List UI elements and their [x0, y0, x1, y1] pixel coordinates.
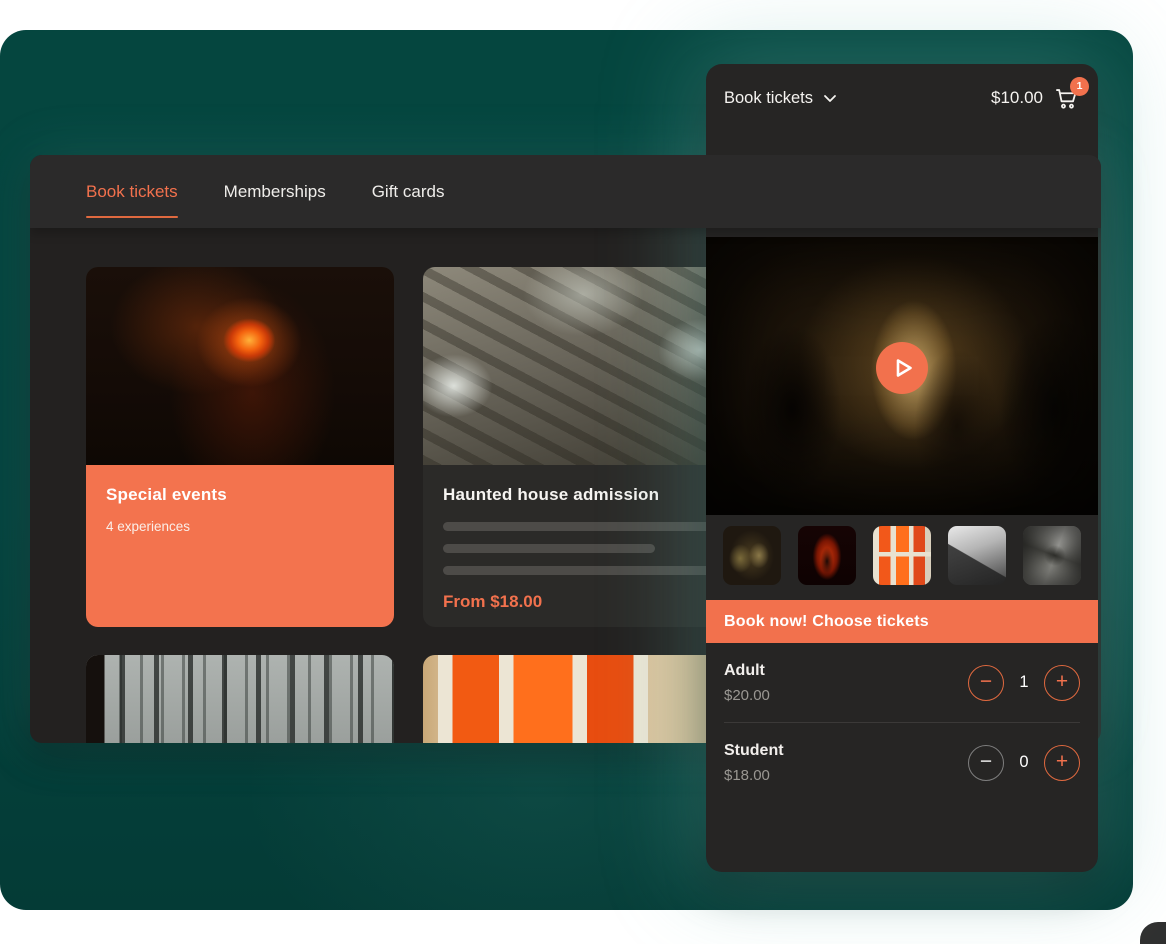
skeleton-line — [443, 566, 711, 575]
card-subtitle: 4 experiences — [106, 519, 374, 534]
burning-window-image — [423, 655, 731, 743]
card-title: Special events — [106, 485, 374, 505]
tab-memberships[interactable]: Memberships — [224, 176, 326, 208]
card-foggy-forest[interactable] — [86, 655, 394, 743]
card-burning-window[interactable] — [423, 655, 731, 743]
booking-header: Book tickets $10.00 1 — [706, 64, 1098, 132]
haunted-house-image — [423, 267, 731, 465]
ticket-price: $18.00 — [724, 767, 784, 784]
haunted-house-card-body: Haunted house admission From $18.00 — [423, 465, 731, 627]
cart-button[interactable]: $10.00 1 — [991, 85, 1080, 112]
mobile-nav-label: Book tickets — [724, 89, 813, 108]
minus-icon: − — [980, 751, 992, 772]
ticket-price: $20.00 — [724, 687, 770, 704]
adult-quantity: 1 — [1017, 673, 1031, 692]
skeleton-line — [443, 544, 655, 553]
event-thumbnail-red-windows[interactable] — [873, 526, 931, 585]
event-video[interactable] — [706, 237, 1098, 515]
product-card-haunted-house[interactable]: Haunted house admission From $18.00 — [423, 267, 731, 627]
play-icon — [893, 356, 915, 380]
play-button[interactable] — [876, 342, 928, 394]
quantity-stepper: − 1 + — [968, 665, 1080, 701]
foggy-forest-image — [86, 655, 394, 743]
ticket-name: Adult — [724, 662, 770, 680]
event-thumbnail-staircase[interactable] — [1023, 526, 1081, 585]
ticket-name: Student — [724, 742, 784, 760]
increase-student-button[interactable]: + — [1044, 745, 1080, 781]
tab-book-tickets[interactable]: Book tickets — [86, 176, 178, 208]
decrease-student-button[interactable]: − — [968, 745, 1004, 781]
student-quantity: 0 — [1017, 753, 1031, 772]
category-card-special-events[interactable]: Special events 4 experiences — [86, 267, 394, 627]
tab-gift-cards[interactable]: Gift cards — [372, 176, 445, 208]
cart-badge: 1 — [1070, 77, 1089, 96]
cart-total: $10.00 — [991, 88, 1043, 108]
page: Book tickets Memberships Gift cards Spec… — [0, 0, 1166, 944]
ticket-row-adult: Adult $20.00 − 1 + — [706, 643, 1098, 722]
special-events-image — [86, 267, 394, 465]
ticket-row-student: Student $18.00 − 0 + — [706, 723, 1098, 802]
plus-icon: + — [1056, 671, 1068, 692]
minus-icon: − — [980, 671, 992, 692]
skeleton-line — [443, 522, 711, 531]
event-thumbnail-attic[interactable] — [948, 526, 1006, 585]
ticket-info: Adult $20.00 — [724, 662, 770, 704]
ticket-info: Student $18.00 — [724, 742, 784, 784]
card-price: From $18.00 — [443, 592, 711, 612]
mobile-nav-dropdown[interactable]: Book tickets — [724, 89, 837, 108]
thumbnail-strip — [706, 515, 1098, 585]
event-thumbnail-zombies[interactable] — [723, 526, 781, 585]
card-title: Haunted house admission — [443, 485, 711, 505]
plus-icon: + — [1056, 751, 1068, 772]
book-now-banner: Book now! Choose tickets — [706, 600, 1098, 643]
increase-adult-button[interactable]: + — [1044, 665, 1080, 701]
event-thumbnail-red-doorway[interactable] — [798, 526, 856, 585]
quantity-stepper: − 0 + — [968, 745, 1080, 781]
storefront-nav: Book tickets Memberships Gift cards — [30, 155, 1101, 228]
decrease-adult-button[interactable]: − — [968, 665, 1004, 701]
chevron-down-icon — [823, 94, 837, 103]
special-events-card-body: Special events 4 experiences — [86, 465, 394, 627]
background-corner-shape — [1140, 922, 1166, 944]
